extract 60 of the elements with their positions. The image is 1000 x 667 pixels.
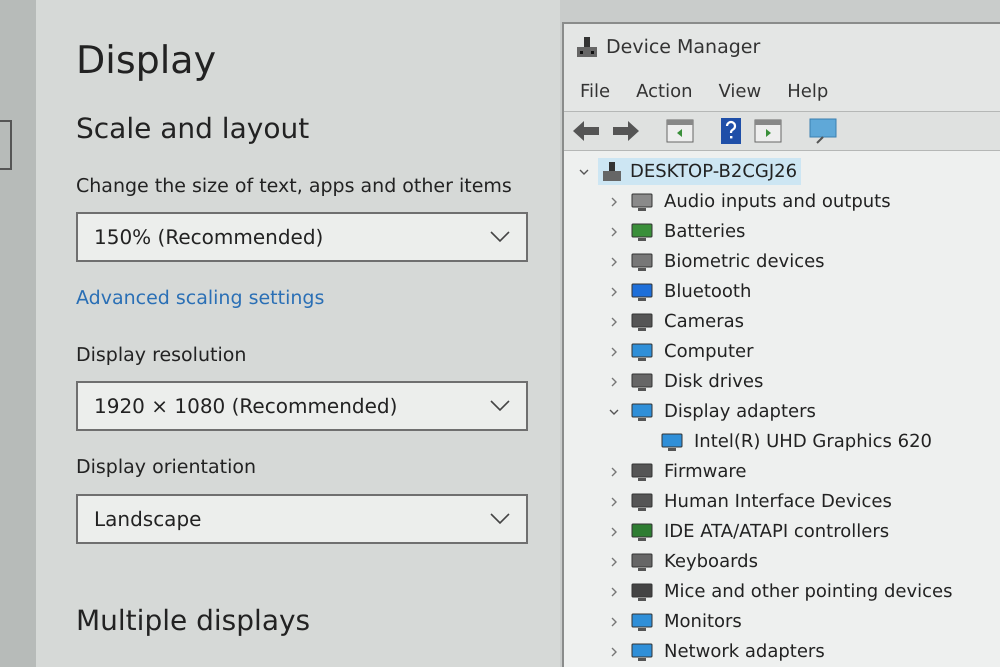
tree-item[interactable]: Keyboards	[664, 548, 758, 576]
tree-item[interactable]: Mice and other pointing devices	[664, 578, 952, 606]
device-manager-icon	[576, 36, 598, 60]
field-label: Change the size of text, apps and other items	[76, 174, 513, 199]
tree-item[interactable]: Human Interface Devices	[664, 488, 892, 516]
device-icon	[630, 310, 654, 333]
dropdown[interactable]: Landscape	[76, 494, 528, 544]
menu-item[interactable]: Help	[787, 78, 828, 105]
device-icon	[630, 400, 654, 423]
device-icon	[630, 190, 654, 213]
device-icon	[630, 640, 654, 663]
back-arrow-icon[interactable]	[572, 120, 600, 142]
computer-icon	[602, 160, 622, 183]
device-icon	[660, 430, 684, 453]
tree-item[interactable]: Bluetooth	[664, 278, 752, 306]
device-icon	[630, 280, 654, 303]
device-icon	[630, 250, 654, 273]
device-icon	[630, 460, 654, 483]
tree-item[interactable]: Display adapters	[664, 398, 816, 426]
help-icon[interactable]	[720, 117, 742, 146]
nav-box[interactable]	[0, 120, 12, 170]
tree-item[interactable]: IDE ATA/ATAPI controllers	[664, 518, 890, 546]
window-title: Device Manager	[606, 35, 760, 60]
menu-item[interactable]: View	[718, 78, 762, 105]
tree-item[interactable]: Firmware	[664, 458, 746, 486]
device-icon	[630, 490, 654, 513]
dropdown[interactable]: 1920 × 1080 (Recommended)	[76, 381, 528, 432]
scaling-link[interactable]: Advanced scaling settings	[76, 284, 560, 313]
tree-item[interactable]: Computer	[664, 338, 754, 366]
device-icon	[630, 550, 654, 573]
tree-item[interactable]: Intel(R) UHD Graphics 620	[694, 428, 932, 456]
chevron-down-icon	[490, 512, 510, 525]
dropdown[interactable]: 150% (Recommended)	[76, 212, 528, 262]
tree-item[interactable]: Monitors	[664, 608, 742, 636]
tree-item[interactable]: Network adapters	[664, 638, 825, 666]
forward-arrow-icon[interactable]	[612, 120, 640, 142]
tree-item[interactable]: Audio inputs and outputs	[664, 188, 891, 216]
panel-icon[interactable]	[666, 119, 694, 144]
monitor-icon[interactable]	[808, 117, 838, 146]
device-icon	[630, 580, 654, 603]
section-heading: Multiple displays	[76, 602, 312, 639]
device-icon	[630, 220, 654, 243]
tree-item[interactable]: Disk drives	[664, 368, 764, 396]
menu-item[interactable]: Action	[636, 78, 692, 105]
field-label: Display orientation	[76, 455, 258, 480]
field-label: Display resolution	[76, 342, 248, 368]
device-icon	[630, 610, 654, 633]
tree-item[interactable]: Cameras	[664, 308, 744, 336]
chevron-down-icon	[490, 231, 510, 244]
device-icon	[630, 340, 654, 363]
device-icon	[630, 370, 654, 393]
section-heading: Scale and layout	[76, 110, 310, 147]
tree-item[interactable]: Biometric devices	[664, 248, 825, 276]
menu-item[interactable]: File	[580, 78, 610, 105]
panel-icon[interactable]	[754, 119, 782, 144]
tree-item[interactable]: Batteries	[664, 218, 746, 246]
chevron-down-icon	[490, 400, 510, 412]
tree-root[interactable]: DESKTOP-B2CGJ26	[598, 158, 802, 186]
page-title: Display	[76, 40, 218, 82]
device-icon	[630, 520, 654, 543]
